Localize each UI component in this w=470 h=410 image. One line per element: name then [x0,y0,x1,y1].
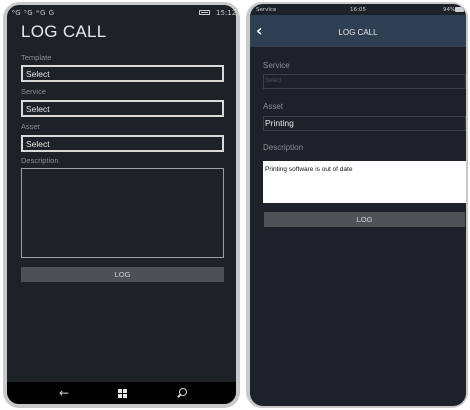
template-select[interactable]: Select [21,65,224,82]
asset-label: Asset [21,122,40,131]
description-textarea[interactable] [21,168,224,258]
signal-icons: ⁶G ⁵G ʷG G [12,9,55,17]
service-label: Service [21,87,47,96]
asset-label: Asset [263,102,284,111]
description-label: Description [263,143,304,152]
asset-select[interactable]: Select [21,135,224,152]
ios-phone-screen: Service 16:05 94% ‹ LOG CALL Service Sel… [250,4,466,406]
navigation-bar: ‹ LOG CALL [250,15,466,47]
status-bar: Service 16:05 94% [250,4,466,15]
page-title: LOG CALL [338,28,378,37]
battery-icon [199,10,210,15]
battery-icon [455,7,464,12]
windows-logo-icon[interactable] [118,389,127,398]
windows-nav-bar: ← [7,382,236,404]
template-label: Template [21,53,52,62]
status-time: 15:12 [216,9,236,17]
service-select[interactable]: Select [21,100,224,117]
asset-input[interactable]: Printing [263,116,466,131]
service-label: Service [263,61,290,70]
description-label: Description [21,156,59,165]
log-button[interactable]: LOG [21,267,224,282]
carrier-label: Service [256,7,277,13]
back-arrow-icon[interactable]: ← [59,386,69,400]
windows-phone-screen: ⁶G ⁵G ʷG G 15:12 LOG CALL Template Selec… [7,5,236,404]
status-time: 16:05 [350,7,366,13]
service-input[interactable]: Select [263,74,466,89]
status-bar: ⁶G ⁵G ʷG G 15:12 [7,5,236,20]
log-button[interactable]: LOG [264,212,465,227]
search-icon[interactable] [179,388,187,396]
description-textarea[interactable]: Printing software is out of date [263,161,466,203]
page-title: LOG CALL [21,22,107,41]
windows-phone-device: ⁶G ⁵G ʷG G 15:12 LOG CALL Template Selec… [3,2,240,408]
ios-phone-device: Service 16:05 94% ‹ LOG CALL Service Sel… [246,2,468,408]
battery-percent: 94% [443,7,456,13]
